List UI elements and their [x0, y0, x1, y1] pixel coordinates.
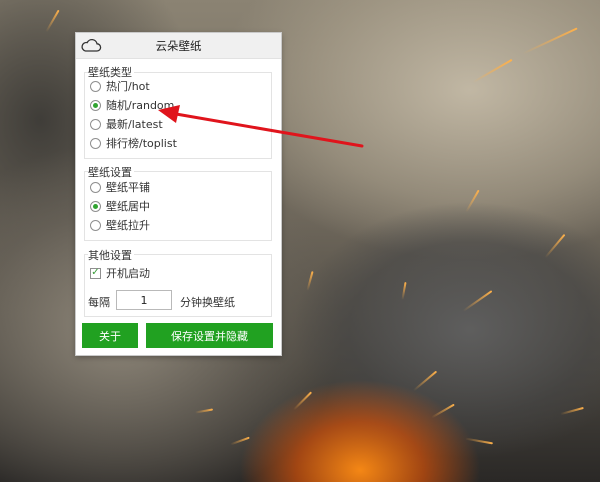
ember-spark [401, 281, 407, 301]
check-mark-icon: ✓ [91, 267, 100, 278]
radio-label-toplist: 排行榜/toplist [106, 137, 177, 150]
radio-label-random: 随机/random [106, 99, 175, 112]
ember-spark [306, 271, 314, 291]
radio-label-latest: 最新/latest [106, 118, 163, 131]
autostart-label: 开机启动 [106, 267, 150, 280]
radio-button[interactable] [90, 181, 101, 193]
other-settings-group [84, 254, 272, 317]
ember-spark [462, 290, 493, 312]
radio-stretch[interactable]: 壁纸拉升 [90, 217, 150, 233]
radio-button[interactable] [90, 80, 101, 92]
ember-spark [230, 436, 250, 446]
ember-spark [544, 233, 566, 259]
radio-center[interactable]: 壁纸居中 [90, 198, 150, 214]
window-title: 云朵壁纸 [155, 39, 202, 53]
interval-prefix: 每隔 [88, 296, 110, 309]
ember-spark [292, 391, 313, 411]
radio-button[interactable] [90, 137, 101, 149]
interval-suffix: 分钟换壁纸 [180, 296, 235, 309]
ember-spark [194, 408, 214, 414]
interval-input[interactable] [116, 290, 172, 310]
ember-spark [45, 9, 60, 33]
radio-label-center: 壁纸居中 [106, 200, 150, 213]
radio-button[interactable] [90, 219, 101, 231]
ember-spark [472, 58, 513, 84]
radio-latest[interactable]: 最新/latest [90, 116, 163, 132]
ember-spark [465, 437, 493, 445]
title-bar[interactable]: 云朵壁纸 [76, 33, 281, 59]
autostart-checkbox-row[interactable]: ✓ 开机启动 [90, 265, 150, 281]
radio-label-hot: 热门/hot [106, 80, 150, 93]
radio-random[interactable]: 随机/random [90, 97, 174, 113]
radio-tile[interactable]: 壁纸平铺 [90, 179, 150, 195]
radio-button[interactable] [90, 118, 101, 130]
radio-toplist[interactable]: 排行榜/toplist [90, 135, 177, 151]
ember-spark [431, 403, 455, 419]
radio-hot[interactable]: 热门/hot [90, 78, 150, 94]
ember-spark [412, 370, 438, 392]
other-settings-label: 其他设置 [88, 247, 134, 263]
autostart-checkbox[interactable]: ✓ [90, 267, 101, 279]
wallpaper-settings-label: 壁纸设置 [88, 164, 134, 180]
radio-label-stretch: 壁纸拉升 [106, 219, 150, 232]
radio-button-selected[interactable] [90, 200, 101, 212]
about-button[interactable]: 关于 [82, 323, 138, 348]
ember-spark [522, 27, 578, 55]
ember-spark [560, 406, 584, 416]
save-hide-button[interactable]: 保存设置并隐藏 [146, 323, 273, 348]
radio-label-tile: 壁纸平铺 [106, 181, 150, 194]
ember-spark [465, 189, 480, 213]
app-window: 云朵壁纸 壁纸类型 热门/hot 随机/random 最新/latest 排行榜… [76, 33, 281, 355]
radio-button-selected[interactable] [90, 99, 101, 111]
